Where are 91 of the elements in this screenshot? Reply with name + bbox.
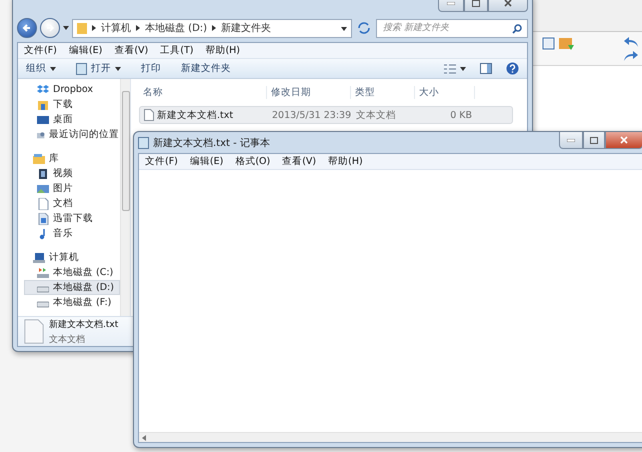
notepad-icon (76, 62, 87, 74)
chevron-icon (92, 25, 96, 31)
column-header[interactable]: 大小 (415, 86, 475, 98)
modified-date: 2013/5/31 23:39 (271, 110, 352, 120)
text-file-icon (144, 109, 154, 121)
menu-item[interactable]: 查看(V) (114, 44, 148, 57)
folder-icon (37, 98, 49, 110)
notepad-icon (138, 136, 149, 148)
sidebar-item[interactable]: 下载 (24, 97, 120, 112)
chevron-icon (212, 25, 216, 31)
text-file-icon (24, 319, 44, 344)
sidebar-item[interactable]: 本地磁盘 (D:) (24, 280, 120, 295)
monitor-icon (37, 114, 49, 126)
forward-arrow-icon (45, 23, 55, 33)
preview-pane-icon[interactable] (480, 63, 492, 74)
restore-icon (590, 136, 598, 144)
details-file-type: 文本文档 (49, 334, 86, 346)
file-size: 0 KB (449, 110, 473, 120)
close-icon (620, 136, 628, 144)
search-field[interactable]: 搜索 新建文件夹 (376, 18, 528, 38)
breadcrumb-item[interactable]: 计算机 (101, 21, 131, 35)
caret-icon (341, 26, 347, 30)
close-button[interactable] (605, 132, 642, 149)
menu-item[interactable]: 文件(F) (145, 155, 178, 168)
toolbar-button[interactable]: 打印 (141, 62, 161, 75)
menu-item[interactable]: 帮助(H) (205, 44, 240, 57)
menu-item[interactable]: 帮助(H) (328, 155, 363, 168)
scrollbar[interactable] (139, 432, 642, 442)
back-button[interactable] (17, 18, 37, 38)
menu-item[interactable]: 格式(O) (235, 155, 270, 168)
restore-icon (472, 0, 480, 6)
folder-icon (77, 22, 87, 34)
box-icon (37, 84, 49, 96)
sidebar-item[interactable]: 视频 (24, 166, 120, 181)
toolbar-button[interactable]: 打开 (76, 62, 121, 75)
close-button[interactable] (488, 0, 528, 12)
picture-icon (37, 182, 49, 194)
download-folder-icon (37, 212, 49, 224)
sidebar-item[interactable]: Dropbox (24, 82, 120, 97)
column-header[interactable]: 修改日期 (267, 86, 351, 98)
forward-button[interactable] (40, 18, 60, 38)
search-icon (512, 24, 522, 34)
library-icon (33, 152, 45, 164)
file-row[interactable]: 新建文本文档.txt 2013/5/31 23:39 文本文档 0 KB (139, 106, 513, 124)
minimize-icon (567, 138, 575, 142)
drive-icon (37, 266, 49, 278)
file-type: 文本文档 (355, 108, 397, 122)
caret-icon (63, 26, 69, 30)
maximize-button[interactable] (464, 0, 488, 12)
sidebar-item[interactable]: 迅雷下载 (24, 211, 120, 226)
toolbar-button[interactable]: 组织 (26, 62, 56, 75)
toolbar-button[interactable]: 新建文件夹 (181, 62, 231, 75)
menu-item[interactable]: 编辑(E) (190, 155, 224, 168)
sidebar-heading[interactable]: 库 (24, 151, 120, 166)
breadcrumb-item[interactable]: 本地磁盘 (D:) (145, 21, 208, 35)
column-header[interactable]: 名称 (139, 86, 267, 98)
maximize-button[interactable] (583, 132, 605, 149)
redo-icon[interactable] (624, 51, 638, 61)
sidebar-item[interactable]: 最近访问的位置 (24, 127, 120, 142)
minimize-button[interactable] (559, 132, 583, 149)
computer-icon (33, 252, 45, 264)
sidebar-item[interactable]: 本地磁盘 (F:) (24, 295, 120, 310)
scroll-left-icon (142, 434, 146, 440)
menu-item[interactable]: 编辑(E) (68, 44, 102, 57)
menu-item[interactable]: 工具(T) (160, 44, 194, 57)
address-bar[interactable]: 计算机 本地磁盘 (D:) 新建文件夹 (72, 18, 352, 38)
window-title: 新建文本文档.txt - 记事本 (153, 136, 270, 150)
sidebar-item[interactable]: 音乐 (24, 226, 120, 241)
file-name: 新建文本文档.txt (140, 108, 268, 122)
refresh-icon[interactable] (355, 19, 373, 37)
help-icon[interactable] (506, 62, 519, 75)
film-icon (37, 168, 49, 180)
minimize-button[interactable] (438, 0, 464, 12)
breadcrumb-item[interactable]: 新建文件夹 (221, 21, 272, 35)
column-header[interactable]: 类型 (351, 86, 415, 98)
sidebar-item[interactable]: 图片 (24, 181, 120, 196)
sidebar-item[interactable]: 本地磁盘 (C:) (24, 265, 120, 280)
scrollbar[interactable] (120, 79, 130, 316)
close-icon (504, 0, 512, 7)
menu-item[interactable]: 文件(F) (24, 44, 57, 57)
details-file-name: 新建文本文档.txt (49, 318, 118, 330)
sidebar-item[interactable]: 桌面 (24, 112, 120, 127)
picture-export-icon[interactable] (559, 37, 574, 50)
back-arrow-icon (22, 23, 32, 33)
chevron-icon (136, 25, 140, 31)
undo-icon[interactable] (624, 37, 638, 47)
view-options-icon[interactable] (444, 64, 466, 74)
sidebar-item[interactable]: 文档 (24, 196, 120, 211)
sidebar-heading[interactable]: 计算机 (24, 250, 120, 265)
minimize-icon (447, 2, 455, 4)
menu-item[interactable]: 查看(V) (282, 155, 316, 168)
